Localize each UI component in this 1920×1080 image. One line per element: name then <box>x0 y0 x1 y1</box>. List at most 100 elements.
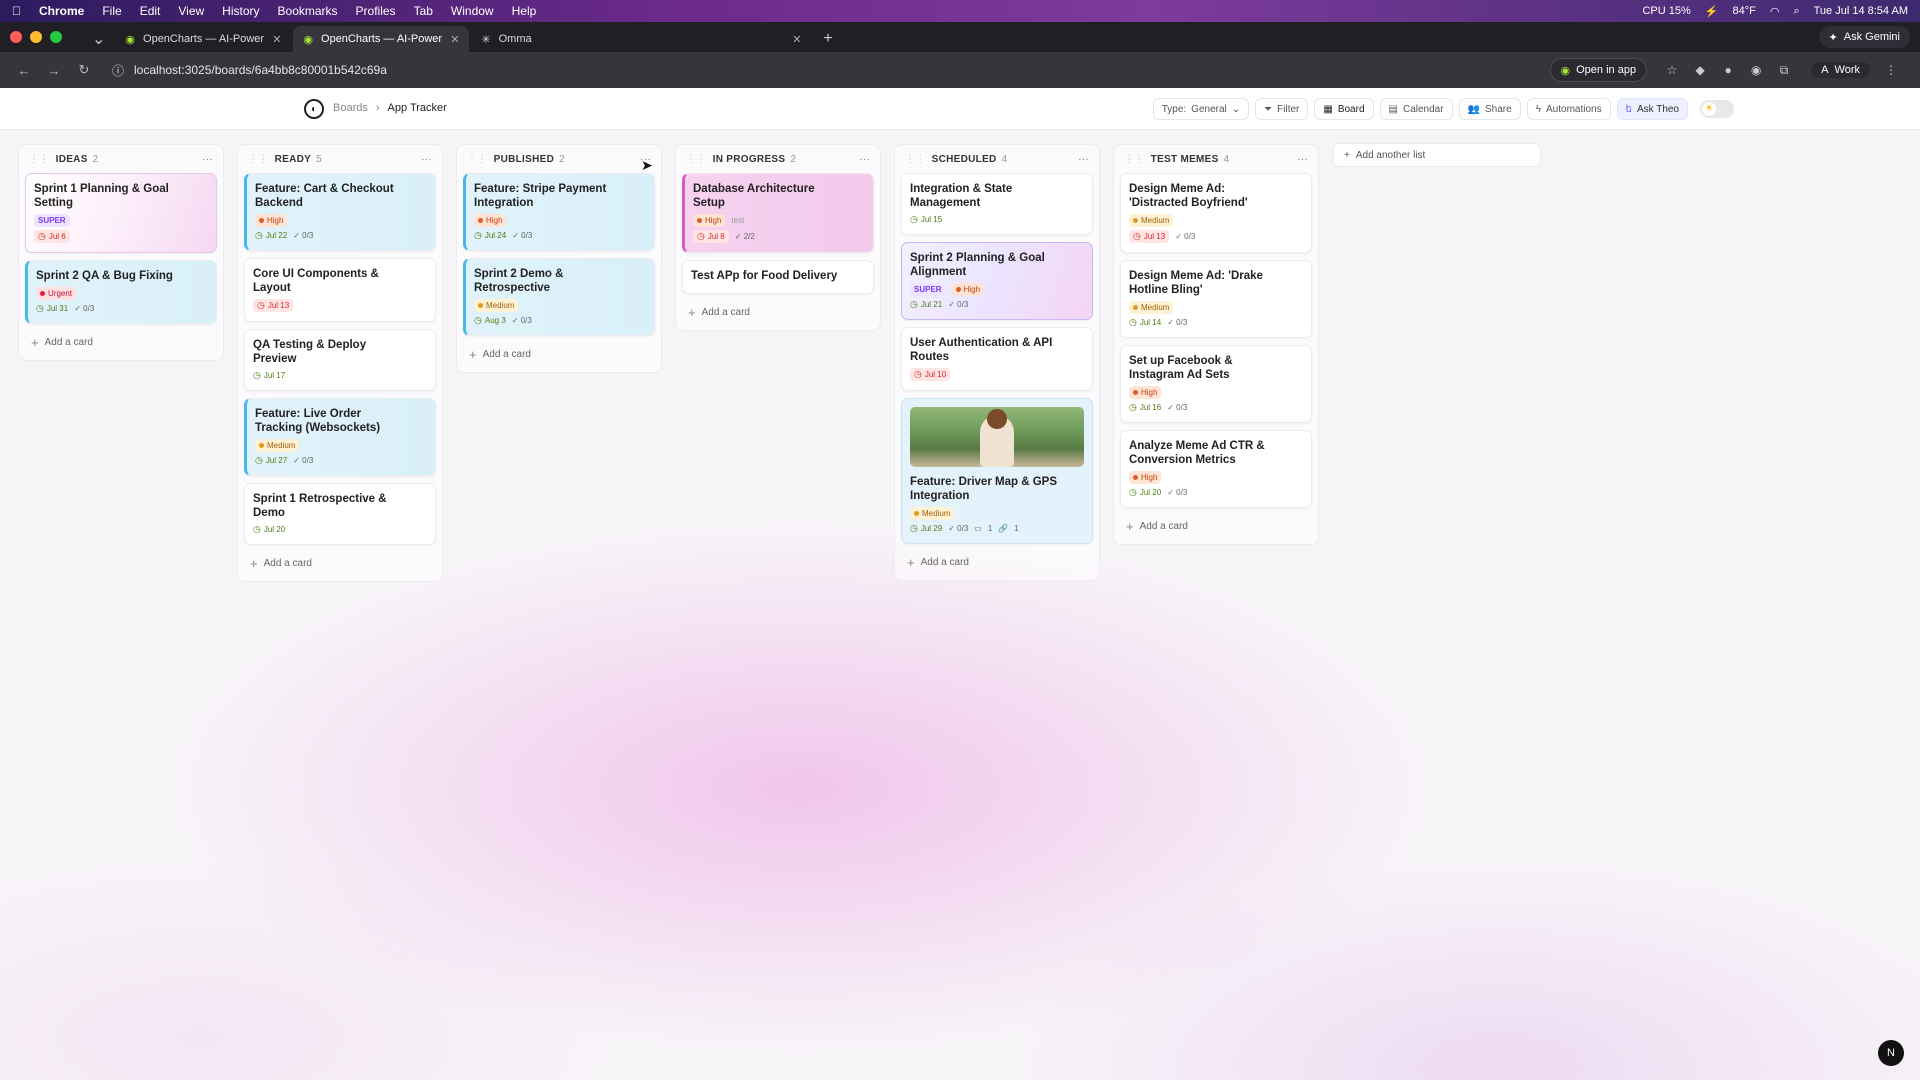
help-launcher-button[interactable]: N <box>1878 1040 1904 1066</box>
extension-icon[interactable]: ● <box>1717 63 1739 77</box>
theme-toggle[interactable]: ☀ <box>1700 100 1734 118</box>
plus-icon: + <box>1126 519 1134 534</box>
wifi-icon[interactable]: ◠ <box>1770 5 1780 18</box>
drag-handle-icon[interactable]: ⋮⋮ <box>1124 154 1145 165</box>
weather-status[interactable]: 84°F <box>1732 5 1755 17</box>
drag-handle-icon[interactable]: ⋮⋮ <box>905 154 926 165</box>
cpu-status[interactable]: CPU 15% <box>1642 5 1690 17</box>
profile-button[interactable]: A Work <box>1811 62 1870 78</box>
card[interactable]: Core UI Components & Layout Jul 13 <box>244 258 436 322</box>
list-header[interactable]: ⋮⋮ READY 5 ··· <box>238 145 442 173</box>
card-meta: Jul 20 <box>253 524 427 535</box>
new-tab-button[interactable]: + <box>813 26 842 52</box>
add-card-button[interactable]: + Add a card <box>676 301 880 330</box>
tab-search-chevron-icon[interactable]: ⌄ <box>82 26 115 52</box>
card[interactable]: Sprint 1 Planning & Goal Setting SUPER Jul… <box>25 173 217 253</box>
menu-history[interactable]: History <box>222 4 259 18</box>
add-card-button[interactable]: + Add a card <box>457 343 661 372</box>
add-another-list-button[interactable]: + Add another list <box>1333 143 1541 167</box>
extension-icon[interactable]: ◉ <box>1745 63 1767 77</box>
browser-tab-3[interactable]: ✳ Omma ✕ <box>471 26 811 52</box>
card[interactable]: Feature: Live Order Tracking (Websockets… <box>244 398 436 476</box>
extension-icon[interactable]: ◆ <box>1689 63 1711 77</box>
menu-edit[interactable]: Edit <box>140 4 161 18</box>
calendar-view-button[interactable]: ▤ Calendar <box>1379 98 1453 120</box>
card[interactable]: User Authentication & API Routes Jul 10 <box>901 327 1093 391</box>
ask-theo-label: Ask Theo <box>1636 103 1679 115</box>
add-card-button[interactable]: + Add a card <box>19 331 223 360</box>
card[interactable]: Database Architecture SetupHightestJul 8… <box>682 173 874 253</box>
menu-tab[interactable]: Tab <box>414 4 433 18</box>
list-header[interactable]: ⋮⋮ TEST MEMES 4 ··· <box>1114 145 1318 173</box>
maximize-window-button[interactable] <box>50 31 62 43</box>
browser-tab-2[interactable]: ◉ OpenCharts — AI-Powered F ✕ <box>293 26 470 52</box>
card[interactable]: Design Meme Ad: 'Distracted Boyfriend' Me… <box>1120 173 1312 253</box>
bolt-icon[interactable]: ⚡ <box>1705 5 1719 18</box>
list-header[interactable]: ⋮⋮ IDEAS 2 ··· <box>19 145 223 173</box>
browser-menu-icon[interactable]: ⋮ <box>1880 63 1902 77</box>
card[interactable]: Design Meme Ad: 'Drake Hotline Bling' Med… <box>1120 260 1312 338</box>
drag-handle-icon[interactable]: ⋮⋮ <box>686 154 707 165</box>
card[interactable]: QA Testing & Deploy Preview Jul 17 <box>244 329 436 391</box>
minimize-window-button[interactable] <box>30 31 42 43</box>
add-card-button[interactable]: + Add a card <box>1114 515 1318 544</box>
list-more-icon[interactable]: ··· <box>859 154 870 165</box>
close-tab-icon[interactable]: ✕ <box>792 33 801 46</box>
ask-gemini-button[interactable]: ✦ Ask Gemini <box>1818 26 1910 48</box>
search-icon[interactable]: ⌕ <box>1793 5 1799 18</box>
bookmark-star-icon[interactable]: ☆ <box>1661 63 1683 77</box>
share-button[interactable]: 👥 Share <box>1458 98 1521 120</box>
filter-button[interactable]: ⏷ Filter <box>1255 98 1309 120</box>
menu-view[interactable]: View <box>178 4 204 18</box>
url-field[interactable]: ⓘ localhost:3025/boards/6a4bb8c80001b542… <box>102 57 1550 83</box>
list-more-icon[interactable]: ··· <box>1297 154 1308 165</box>
card[interactable]: Integration & State Management Jul 15 <box>901 173 1093 235</box>
menu-app-name[interactable]: Chrome <box>39 4 84 18</box>
close-window-button[interactable] <box>10 31 22 43</box>
list-more-icon[interactable]: ··· <box>1078 154 1089 165</box>
card[interactable]: Feature: Cart & Checkout Backend High Jul … <box>244 173 436 251</box>
open-in-app-button[interactable]: ◉ Open in app <box>1549 58 1648 82</box>
extensions-puzzle-icon[interactable]: ⧉ <box>1773 63 1795 78</box>
site-info-icon[interactable]: ⓘ <box>112 62 124 79</box>
menu-help[interactable]: Help <box>512 4 537 18</box>
menu-window[interactable]: Window <box>451 4 494 18</box>
app-logo-icon[interactable]: ◐ <box>304 99 324 119</box>
forward-arrow-icon[interactable]: → <box>42 63 66 78</box>
url-text[interactable]: localhost:3025/boards/6a4bb8c80001b542c6… <box>134 63 387 77</box>
card[interactable]: Sprint 2 QA & Bug Fixing Urgent Jul 31 0/3 <box>25 260 217 324</box>
menu-profiles[interactable]: Profiles <box>356 4 396 18</box>
type-dropdown[interactable]: Type: General ⌄ <box>1152 98 1250 120</box>
clock[interactable]: Tue Jul 14 8:54 AM <box>1814 5 1908 17</box>
card[interactable]: Analyze Meme Ad CTR & Conversion Metrics… <box>1120 430 1312 508</box>
back-arrow-icon[interactable]: ← <box>12 63 36 78</box>
apple-icon[interactable]:  <box>12 4 21 18</box>
close-tab-icon[interactable]: ✕ <box>272 33 281 46</box>
list-header[interactable]: ⋮⋮ SCHEDULED 4 ··· <box>895 145 1099 173</box>
drag-handle-icon[interactable]: ⋮⋮ <box>29 154 50 165</box>
drag-handle-icon[interactable]: ⋮⋮ <box>248 154 269 165</box>
list-more-icon[interactable]: ··· <box>421 154 432 165</box>
card[interactable]: Feature: Stripe Payment Integration High J… <box>463 173 655 251</box>
drag-handle-icon[interactable]: ⋮⋮ <box>467 154 488 165</box>
add-card-button[interactable]: + Add a card <box>895 551 1099 580</box>
automations-button[interactable]: ϟ Automations <box>1526 98 1611 120</box>
board-view-button[interactable]: ▦ Board <box>1314 98 1374 120</box>
reload-icon[interactable]: ↻ <box>72 62 96 78</box>
close-tab-icon[interactable]: ✕ <box>450 33 459 46</box>
ask-theo-button[interactable]: ե Ask Theo <box>1616 98 1688 120</box>
card[interactable]: Sprint 1 Retrospective & Demo Jul 20 <box>244 483 436 545</box>
breadcrumb-boards[interactable]: Boards <box>333 102 368 114</box>
menu-bookmarks[interactable]: Bookmarks <box>278 4 338 18</box>
card[interactable]: Feature: Driver Map & GPS Integration Med… <box>901 398 1093 544</box>
card[interactable]: Sprint 2 Demo & Retrospective Medium Aug 3… <box>463 258 655 336</box>
card[interactable]: Test APp for Food Delivery <box>682 260 874 294</box>
menu-file[interactable]: File <box>102 4 121 18</box>
card[interactable]: Set up Facebook & Instagram Ad Sets High J… <box>1120 345 1312 423</box>
card[interactable]: Sprint 2 Planning & Goal Alignment SUPER H… <box>901 242 1093 320</box>
list-header[interactable]: ⋮⋮ IN PROGRESS 2 ··· <box>676 145 880 173</box>
list-header[interactable]: ⋮⋮ PUBLISHED 2 ··· <box>457 145 661 173</box>
list-more-icon[interactable]: ··· <box>202 154 213 165</box>
browser-tab-1[interactable]: ◉ OpenCharts — AI-Powered F ✕ <box>115 26 291 52</box>
add-card-button[interactable]: + Add a card <box>238 552 442 581</box>
